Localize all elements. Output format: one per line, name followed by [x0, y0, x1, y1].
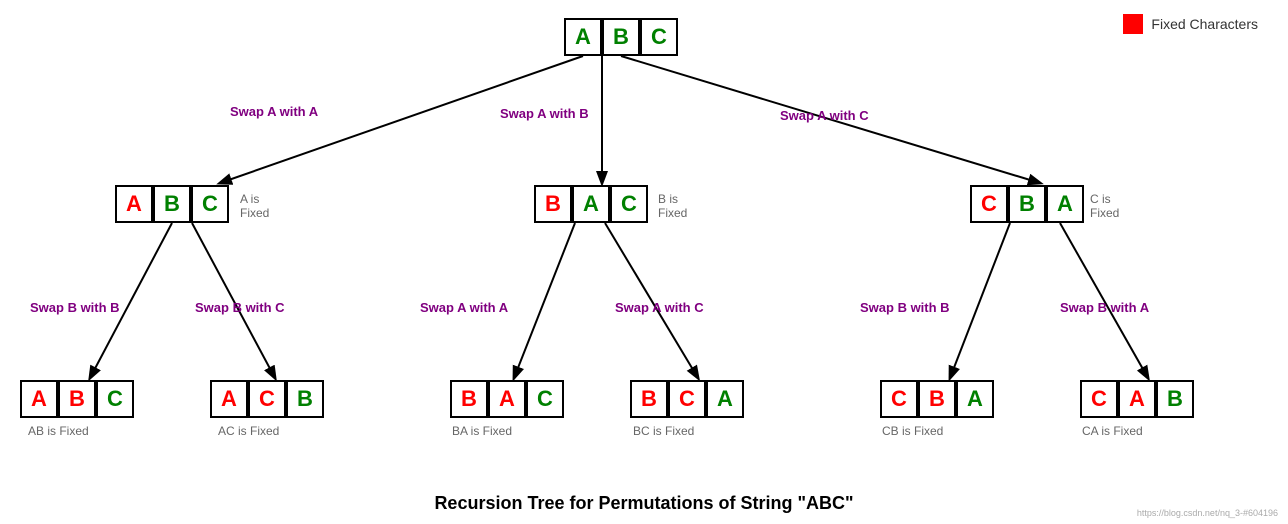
- watermark: https://blog.csdn.net/nq_3-#604196: [1137, 508, 1278, 518]
- l1-center-char-b: B: [534, 185, 572, 223]
- l1-left-char-a: A: [115, 185, 153, 223]
- root-node: A B C: [564, 18, 678, 56]
- l1-center-node: B A C: [534, 185, 648, 223]
- swap-label-aa: Swap A with A: [230, 104, 318, 119]
- l2-1-char-c: C: [248, 380, 286, 418]
- l2-1-char-b: B: [286, 380, 324, 418]
- page-title: Recursion Tree for Permutations of Strin…: [434, 493, 853, 514]
- main-container: Fixed Characters A B C A: [0, 0, 1288, 524]
- l1-right-char-c: C: [970, 185, 1008, 223]
- swap-label-bb2: Swap B with B: [860, 300, 950, 315]
- l2-0-char-c: C: [96, 380, 134, 418]
- l2-4-char-a: A: [956, 380, 994, 418]
- l2-5-fixed-label: CA is Fixed: [1082, 424, 1143, 438]
- l2-3-char-a: A: [706, 380, 744, 418]
- l2-0-fixed-label: AB is Fixed: [28, 424, 89, 438]
- l1-center-fixed-label: B isFixed: [658, 192, 687, 220]
- arrows-svg: [0, 0, 1288, 524]
- l2-1-fixed-label: AC is Fixed: [218, 424, 279, 438]
- l2-4-char-c: C: [880, 380, 918, 418]
- l2-3-fixed-label: BC is Fixed: [633, 424, 694, 438]
- swap-label-ac: Swap A with C: [780, 108, 869, 123]
- swap-label-bc: Swap B with C: [195, 300, 285, 315]
- l1-center-char-c: C: [610, 185, 648, 223]
- l2-2-char-a: A: [488, 380, 526, 418]
- swap-label-ac2: Swap A with C: [615, 300, 704, 315]
- root-char-b: B: [602, 18, 640, 56]
- swap-label-bb: Swap B with B: [30, 300, 120, 315]
- swap-label-ba: Swap B with A: [1060, 300, 1149, 315]
- legend-text: Fixed Characters: [1151, 16, 1258, 32]
- l1-left-fixed-label: A isFixed: [240, 192, 269, 220]
- l1-center-char-a: A: [572, 185, 610, 223]
- root-char-a: A: [564, 18, 602, 56]
- l2-4-char-b: B: [918, 380, 956, 418]
- l1-left-node: A B C: [115, 185, 229, 223]
- l2-5-char-b: B: [1156, 380, 1194, 418]
- l2-2-char-b: B: [450, 380, 488, 418]
- swap-label-aa2: Swap A with A: [420, 300, 508, 315]
- l1-right-char-a: A: [1046, 185, 1084, 223]
- l1-right-fixed-label: C isFixed: [1090, 192, 1119, 220]
- l1-left-char-b: B: [153, 185, 191, 223]
- l1-right-node: C B A: [970, 185, 1084, 223]
- l2-5-node: C A B: [1080, 380, 1194, 418]
- l2-0-node: A B C: [20, 380, 134, 418]
- l2-5-char-c: C: [1080, 380, 1118, 418]
- root-char-c: C: [640, 18, 678, 56]
- l2-2-fixed-label: BA is Fixed: [452, 424, 512, 438]
- l2-4-fixed-label: CB is Fixed: [882, 424, 943, 438]
- swap-label-ab: Swap A with B: [500, 106, 589, 121]
- l2-1-node: A C B: [210, 380, 324, 418]
- l2-2-node: B A C: [450, 380, 564, 418]
- l2-2-char-c: C: [526, 380, 564, 418]
- l2-4-node: C B A: [880, 380, 994, 418]
- l2-3-char-c: C: [668, 380, 706, 418]
- legend-red-box: [1123, 14, 1143, 34]
- legend: Fixed Characters: [1123, 14, 1258, 34]
- l2-0-char-b: B: [58, 380, 96, 418]
- l2-3-node: B C A: [630, 380, 744, 418]
- l2-0-char-a: A: [20, 380, 58, 418]
- l1-left-char-c: C: [191, 185, 229, 223]
- l1-right-char-b: B: [1008, 185, 1046, 223]
- l2-1-char-a: A: [210, 380, 248, 418]
- l2-5-char-a: A: [1118, 380, 1156, 418]
- l2-3-char-b: B: [630, 380, 668, 418]
